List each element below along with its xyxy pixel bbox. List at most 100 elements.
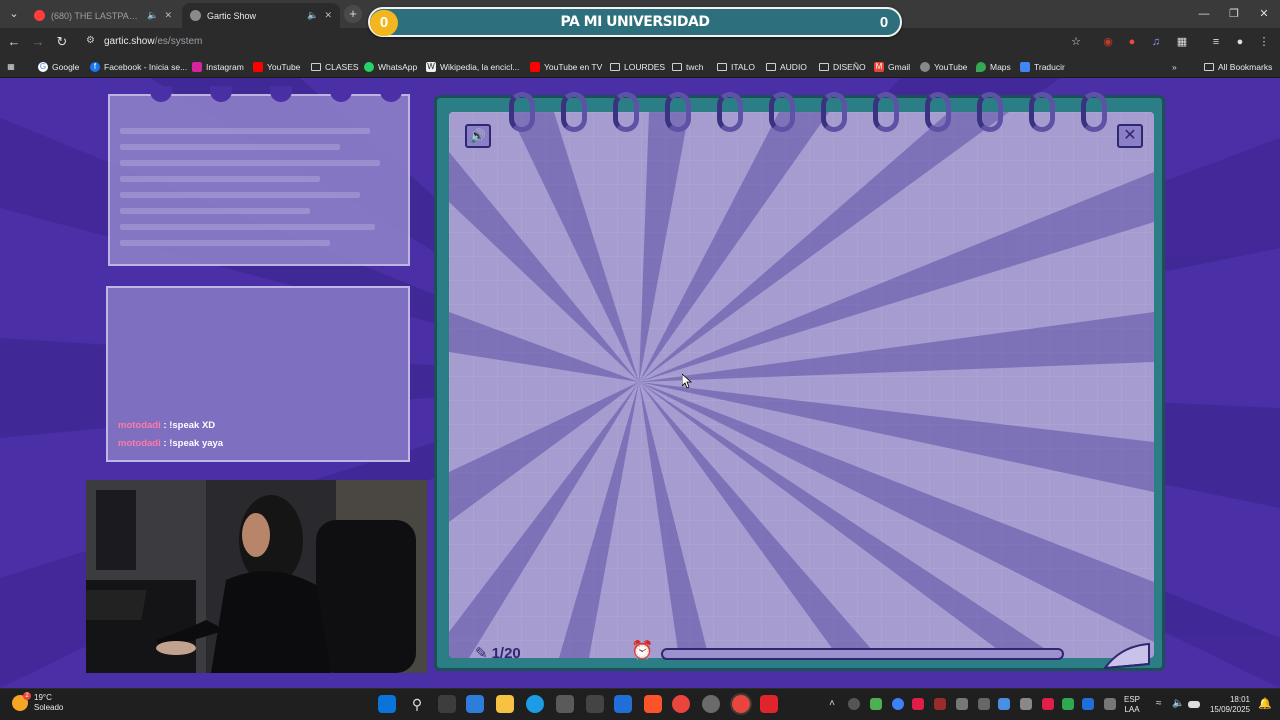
new-tab-button[interactable]: + xyxy=(344,5,362,23)
gartic-favicon-icon xyxy=(190,10,201,21)
search-icon[interactable]: ⚲ xyxy=(408,695,426,713)
bookmark-youtube[interactable]: YouTube xyxy=(253,59,300,75)
bookmark-folder-diseno[interactable]: DISEÑO xyxy=(819,59,866,75)
bookmark-google[interactable]: G Google xyxy=(38,59,79,75)
drawing-canvas[interactable] xyxy=(449,112,1154,658)
page-curl-icon[interactable] xyxy=(1101,636,1151,670)
bookmark-maps[interactable]: Maps xyxy=(976,59,1011,75)
binder-ring xyxy=(925,92,951,132)
binder-ring xyxy=(561,92,587,132)
tray-app-icon[interactable] xyxy=(978,698,990,710)
tray-app-icon[interactable] xyxy=(956,698,968,710)
close-tab-icon[interactable]: ✕ xyxy=(164,10,172,21)
minimize-button[interactable]: — xyxy=(1188,0,1220,28)
apps-grid-icon[interactable]: ▦ xyxy=(6,59,16,75)
battery-icon[interactable] xyxy=(1188,701,1200,708)
sound-toggle-icon[interactable]: 🔊 xyxy=(465,124,491,148)
chrome-active-icon[interactable] xyxy=(732,695,750,713)
bookmark-youtube-2[interactable]: YouTube xyxy=(920,59,967,75)
speaker-icon[interactable]: 🔈 xyxy=(307,10,318,21)
close-game-icon[interactable]: ✕ xyxy=(1117,124,1143,148)
obs-icon[interactable] xyxy=(702,695,720,713)
webcam-image xyxy=(86,480,427,673)
weather-widget[interactable]: 2 19°C Soleado xyxy=(12,692,63,713)
bookmark-gmail[interactable]: M Gmail xyxy=(874,59,910,75)
bookmark-instagram[interactable]: Instagram xyxy=(192,59,244,75)
tab-search-icon[interactable]: ⌄ xyxy=(4,4,24,24)
system-clock[interactable]: 18:01 15/09/2025 xyxy=(1204,695,1250,715)
translate-icon xyxy=(1020,62,1030,72)
extensions-puzzle-icon[interactable]: ▦ xyxy=(1174,34,1190,50)
chrome-icon[interactable] xyxy=(672,695,690,713)
task-view-icon[interactable] xyxy=(438,695,456,713)
brave-icon[interactable] xyxy=(644,695,662,713)
bookmarks-bar: ▦ G Google f Facebook - Inicia se... Insta… xyxy=(0,56,1280,78)
bookmark-whatsapp[interactable]: WhatsApp xyxy=(364,59,417,75)
restore-button[interactable]: ❐ xyxy=(1218,0,1250,28)
back-arrow-icon[interactable]: ← xyxy=(4,32,24,52)
bookmark-folder-italo[interactable]: ITALO xyxy=(717,59,755,75)
bluetooth-icon[interactable] xyxy=(1082,698,1094,710)
language-indicator[interactable]: ESP LAA xyxy=(1124,695,1140,715)
bookmark-folder-clases[interactable]: CLASES xyxy=(311,59,359,75)
file-explorer-icon[interactable] xyxy=(496,695,514,713)
tray-app-icon[interactable] xyxy=(848,698,860,710)
instagram-icon xyxy=(192,62,202,72)
wifi-icon[interactable]: ≈ xyxy=(1156,698,1168,710)
store-icon[interactable] xyxy=(556,695,574,713)
site-info-icon[interactable]: ⚙ xyxy=(86,35,95,46)
speaker-icon[interactable]: 🔈 xyxy=(147,10,158,21)
tab-gartic-show[interactable]: Gartic Show 🔈 ✕ xyxy=(182,3,340,28)
keyboard-layout: LAA xyxy=(1124,705,1140,714)
windows-start-icon[interactable] xyxy=(378,695,396,713)
recorder-icon[interactable] xyxy=(760,695,778,713)
tray-app-icon[interactable] xyxy=(934,698,946,710)
bookmark-folder-lourdes[interactable]: LOURDES xyxy=(610,59,665,75)
reload-icon[interactable]: ↻ xyxy=(52,32,72,52)
binder-ring xyxy=(873,92,899,132)
bookmarks-overflow-icon[interactable]: » xyxy=(1172,59,1177,75)
close-window-button[interactable]: ✕ xyxy=(1248,0,1280,28)
close-tab-icon[interactable]: ✕ xyxy=(324,10,332,21)
tab-youtube[interactable]: (680) THE LASTPARTY (VIAJ 🔈 ✕ xyxy=(26,3,180,28)
tray-overflow-icon[interactable]: ˄ xyxy=(826,698,838,710)
tray-app-icon[interactable] xyxy=(892,698,904,710)
notifications-icon[interactable]: 🔔 xyxy=(1258,698,1272,710)
microphone-icon[interactable] xyxy=(1104,698,1116,710)
tray-app-icon[interactable] xyxy=(912,698,924,710)
forward-arrow-icon[interactable]: → xyxy=(28,32,48,52)
stream-overlay-content: motodadi : !speak XD motodadi : !speak y… xyxy=(0,78,1280,688)
volume-icon[interactable]: 🔈 xyxy=(1172,698,1184,710)
extension-voice-icon[interactable]: ♫ xyxy=(1148,34,1164,50)
bookmark-wikipedia[interactable]: W Wikipedia, la encicl... xyxy=(426,59,519,75)
bookmark-folder-audio[interactable]: AUDIO xyxy=(766,59,807,75)
editor-icon[interactable] xyxy=(614,695,632,713)
app-icon[interactable] xyxy=(586,695,604,713)
all-bookmarks-button[interactable]: All Bookmarks xyxy=(1204,59,1272,75)
bookmark-star-icon[interactable]: ☆ xyxy=(1068,34,1084,50)
browser-menu-icon[interactable]: ⋮ xyxy=(1256,34,1272,50)
left-score: 0 xyxy=(370,10,398,36)
edge-icon[interactable] xyxy=(526,695,544,713)
bookmark-traducir[interactable]: Traducir xyxy=(1020,59,1065,75)
media-controls-icon[interactable]: ≡ xyxy=(1208,34,1224,50)
extension-shield-icon[interactable]: ◉ xyxy=(1100,34,1116,50)
bookmark-label: ITALO xyxy=(731,62,755,72)
tray-app-icon[interactable] xyxy=(870,698,882,710)
tray-app-icon[interactable] xyxy=(1020,698,1032,710)
copilot-icon[interactable] xyxy=(466,695,484,713)
profile-avatar-icon[interactable]: ● xyxy=(1232,34,1248,50)
tab-title: (680) THE LASTPARTY (VIAJ xyxy=(51,10,142,21)
extension-record-icon[interactable]: ● xyxy=(1124,34,1140,50)
url-text[interactable]: gartic.show/es/system xyxy=(104,36,202,47)
bookmark-facebook[interactable]: f Facebook - Inicia se... xyxy=(90,59,187,75)
gmail-icon: M xyxy=(874,62,884,72)
tray-app-icon[interactable] xyxy=(1042,698,1054,710)
guess-phrase-bar: 0 PA MI UNIVERSIDAD 0 xyxy=(368,7,902,37)
mouse-cursor-icon xyxy=(682,374,692,388)
guess-phrase: PA MI UNIVERSIDAD xyxy=(560,14,710,30)
bookmark-folder-twch[interactable]: twch xyxy=(672,59,703,75)
bookmark-youtube-tv[interactable]: YouTube en TV xyxy=(530,59,602,75)
tray-app-icon[interactable] xyxy=(1062,698,1074,710)
tray-app-icon[interactable] xyxy=(998,698,1010,710)
